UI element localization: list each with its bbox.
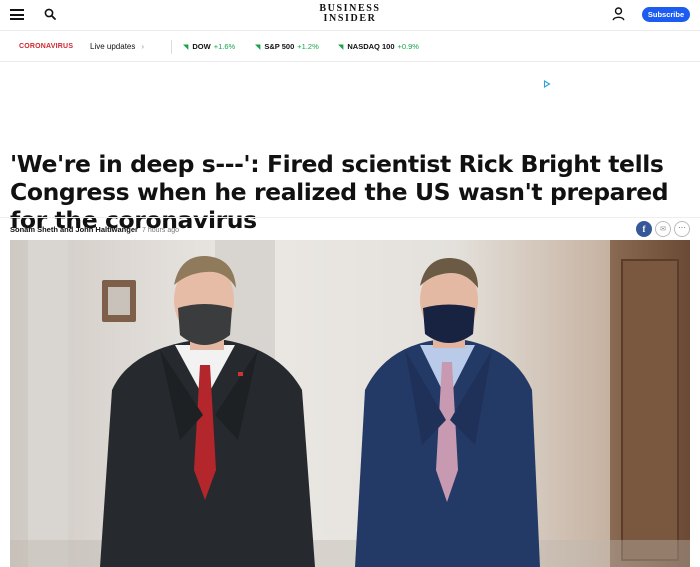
market-name: S&P 500 — [264, 42, 295, 51]
market-change: +0.9% — [397, 42, 419, 51]
byline: Sonam Sheth and John Haltiwanger 7 hours… — [10, 225, 179, 234]
byline-row: Sonam Sheth and John Haltiwanger 7 hours… — [0, 217, 700, 239]
article-authors[interactable]: Sonam Sheth and John Haltiwanger — [10, 225, 138, 234]
chevron-right-icon: › — [141, 42, 145, 51]
market-change: +1.6% — [213, 42, 236, 51]
email-icon[interactable]: ✉ — [655, 221, 671, 237]
up-arrow-icon: ◥ — [183, 44, 189, 51]
market-item-dow[interactable]: ◥ DOW +1.6% — [183, 42, 235, 53]
coronavirus-link[interactable]: CORONAVIRUS — [19, 42, 73, 52]
market-change: +1.2% — [297, 42, 319, 51]
market-name: DOW — [192, 42, 211, 51]
ad-choices-icon[interactable] — [543, 80, 551, 88]
user-icon[interactable] — [612, 7, 625, 21]
subscribe-button[interactable]: Subscribe — [642, 7, 690, 22]
divider — [171, 40, 172, 54]
live-updates-link[interactable]: Live updates › — [90, 42, 144, 52]
top-nav: BUSINESS INSIDER Subscribe — [0, 0, 700, 30]
search-icon[interactable] — [44, 8, 56, 20]
market-name: NASDAQ 100 — [347, 42, 395, 51]
more-icon[interactable]: ··· — [674, 221, 690, 237]
up-arrow-icon: ◥ — [338, 44, 344, 51]
live-updates-label: Live updates — [90, 42, 136, 51]
up-arrow-icon: ◥ — [255, 44, 261, 51]
article-timestamp: 7 hours ago — [142, 227, 180, 234]
hamburger-menu-icon[interactable] — [10, 9, 24, 20]
market-item-nasdaq100[interactable]: ◥ NASDAQ 100 +0.9% — [338, 42, 419, 53]
ticker-bar: CORONAVIRUS Live updates › ◥ DOW +1.6% ◥ S&P… — [0, 30, 700, 62]
facebook-icon[interactable]: f — [636, 221, 652, 237]
logo-line-2: INSIDER — [323, 13, 377, 24]
business-insider-logo[interactable]: BUSINESS INSIDER — [300, 4, 400, 24]
market-item-sp500[interactable]: ◥ S&P 500 +1.2% — [255, 42, 319, 53]
hero-photo — [10, 240, 690, 567]
